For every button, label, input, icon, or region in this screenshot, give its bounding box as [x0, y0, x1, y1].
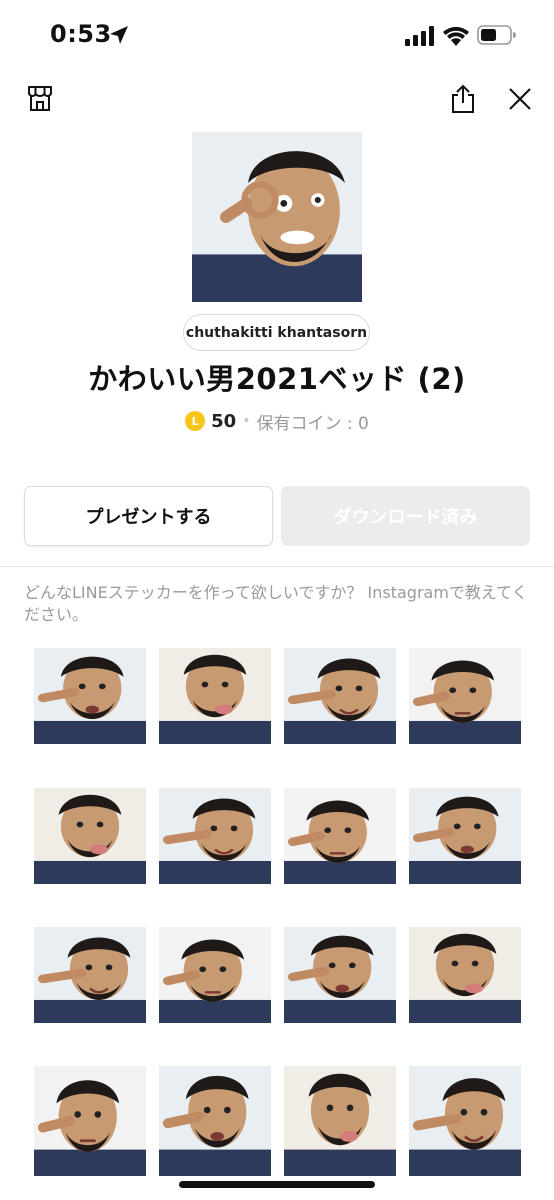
- sticker-item[interactable]: [409, 648, 521, 744]
- sticker-item[interactable]: [409, 1066, 521, 1176]
- author-name-badge[interactable]: chuthakitti khantasorn: [183, 314, 370, 351]
- instagram-promo-text: どんなLINEステッカーを作って欲しいですか？ Instagramで教えてくださ…: [24, 583, 528, 624]
- battery-icon: [477, 25, 516, 45]
- close-icon[interactable]: [507, 86, 533, 112]
- divider: [0, 566, 554, 567]
- sticker-shop-screen: 0:53 chuthakitti khantasorn かわいい男2021ベッド…: [0, 0, 554, 1200]
- present-button[interactable]: プレゼントする: [24, 486, 273, 546]
- sticker-item[interactable]: [284, 788, 396, 884]
- sticker-item[interactable]: [409, 788, 521, 884]
- cellular-signal-icon: [405, 26, 434, 46]
- owned-coins-label: 保有コイン : 0: [256, 413, 369, 434]
- downloaded-button[interactable]: ダウンロード済み: [281, 486, 530, 546]
- location-arrow-icon: [110, 26, 128, 44]
- sticker-item[interactable]: [34, 1066, 146, 1176]
- line-coin-icon: L: [185, 411, 206, 431]
- wifi-icon: [443, 26, 469, 46]
- main-sticker-image: [192, 132, 362, 302]
- sticker-item[interactable]: [159, 648, 271, 744]
- sticker-item[interactable]: [409, 927, 521, 1023]
- price-value: 50: [211, 410, 237, 432]
- sticker-pack-title: かわいい男2021ベッド (2): [88, 362, 466, 396]
- sticker-item[interactable]: [284, 648, 396, 744]
- status-bar: 0:53: [0, 0, 554, 74]
- price-row: L 50 • 保有コイン : 0: [0, 407, 554, 435]
- home-indicator: [179, 1181, 375, 1188]
- sticker-item[interactable]: [159, 927, 271, 1023]
- sticker-item[interactable]: [34, 927, 146, 1023]
- share-icon[interactable]: [450, 84, 476, 114]
- status-time: 0:53: [50, 20, 112, 48]
- sticker-item[interactable]: [34, 788, 146, 884]
- sticker-item[interactable]: [284, 1066, 396, 1176]
- price-separator: •: [242, 413, 251, 429]
- sticker-item[interactable]: [34, 648, 146, 744]
- sticker-item[interactable]: [159, 788, 271, 884]
- sticker-item[interactable]: [284, 927, 396, 1023]
- sticker-item[interactable]: [159, 1066, 271, 1176]
- shop-icon[interactable]: [26, 84, 54, 112]
